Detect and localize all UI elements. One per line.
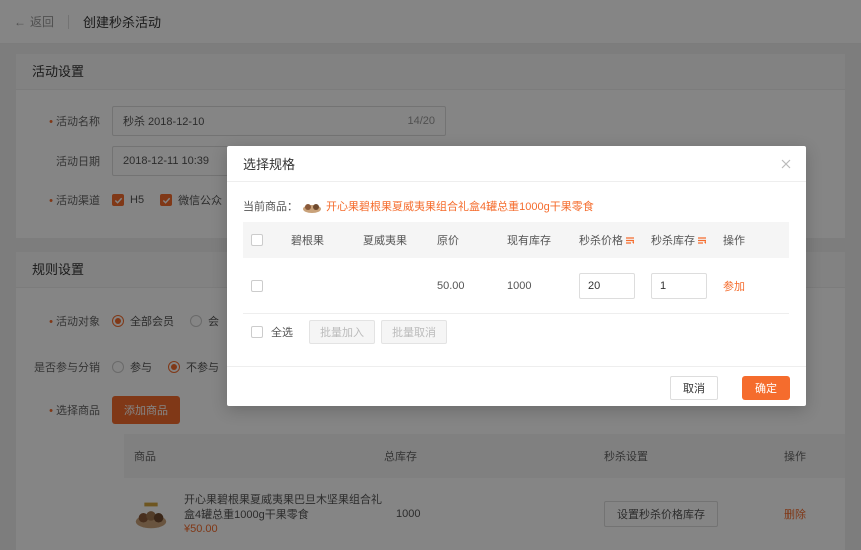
seckill-price-input[interactable]: 20 (579, 272, 635, 299)
current-product: 当前商品： 开心果碧根果夏威夷果组合礼盒4罐总重1000g干果零食 (243, 198, 594, 214)
select-all-label: 全选 (271, 327, 293, 339)
dialog-footer: 取消 确定 (227, 366, 806, 406)
cancel-button[interactable]: 取消 (670, 376, 718, 400)
select-all-checkbox[interactable] (251, 326, 263, 338)
header-checkbox[interactable] (251, 234, 263, 246)
original-price: 50.00 (437, 279, 465, 292)
current-product-name: 开心果碧根果夏威夷果组合礼盒4罐总重1000g干果零食 (326, 201, 594, 213)
spec-table: 碧根果 夏威夷果 原价 现有库存 秒杀价格 秒杀库存 操作 50.00 1000… (243, 222, 789, 314)
close-icon[interactable] (780, 158, 792, 170)
join-link[interactable]: 参加 (723, 278, 783, 294)
batch-cancel-button[interactable]: 批量取消 (381, 320, 447, 344)
batch-add-button[interactable]: 批量加入 (309, 320, 375, 344)
select-spec-dialog: 选择规格 当前商品： 开心果碧根果夏威夷果组合礼盒4罐总重1000g干果零食 碧… (227, 146, 806, 406)
table-row: 50.00 1000 20 1 参加 (243, 258, 789, 314)
batch-edit-icon[interactable] (697, 236, 707, 245)
current-stock: 1000 (507, 279, 532, 292)
batch-actions: 全选 批量加入 批量取消 (243, 320, 453, 344)
row-checkbox[interactable] (251, 279, 263, 292)
dialog-title: 选择规格 (243, 157, 296, 172)
batch-edit-icon[interactable] (625, 236, 635, 245)
confirm-button[interactable]: 确定 (742, 376, 790, 400)
table-header: 碧根果 夏威夷果 原价 现有库存 秒杀价格 秒杀库存 操作 (243, 222, 789, 258)
seckill-stock-input[interactable]: 1 (651, 272, 707, 299)
product-thumbnail-icon (303, 204, 321, 213)
dialog-header: 选择规格 (227, 146, 806, 182)
